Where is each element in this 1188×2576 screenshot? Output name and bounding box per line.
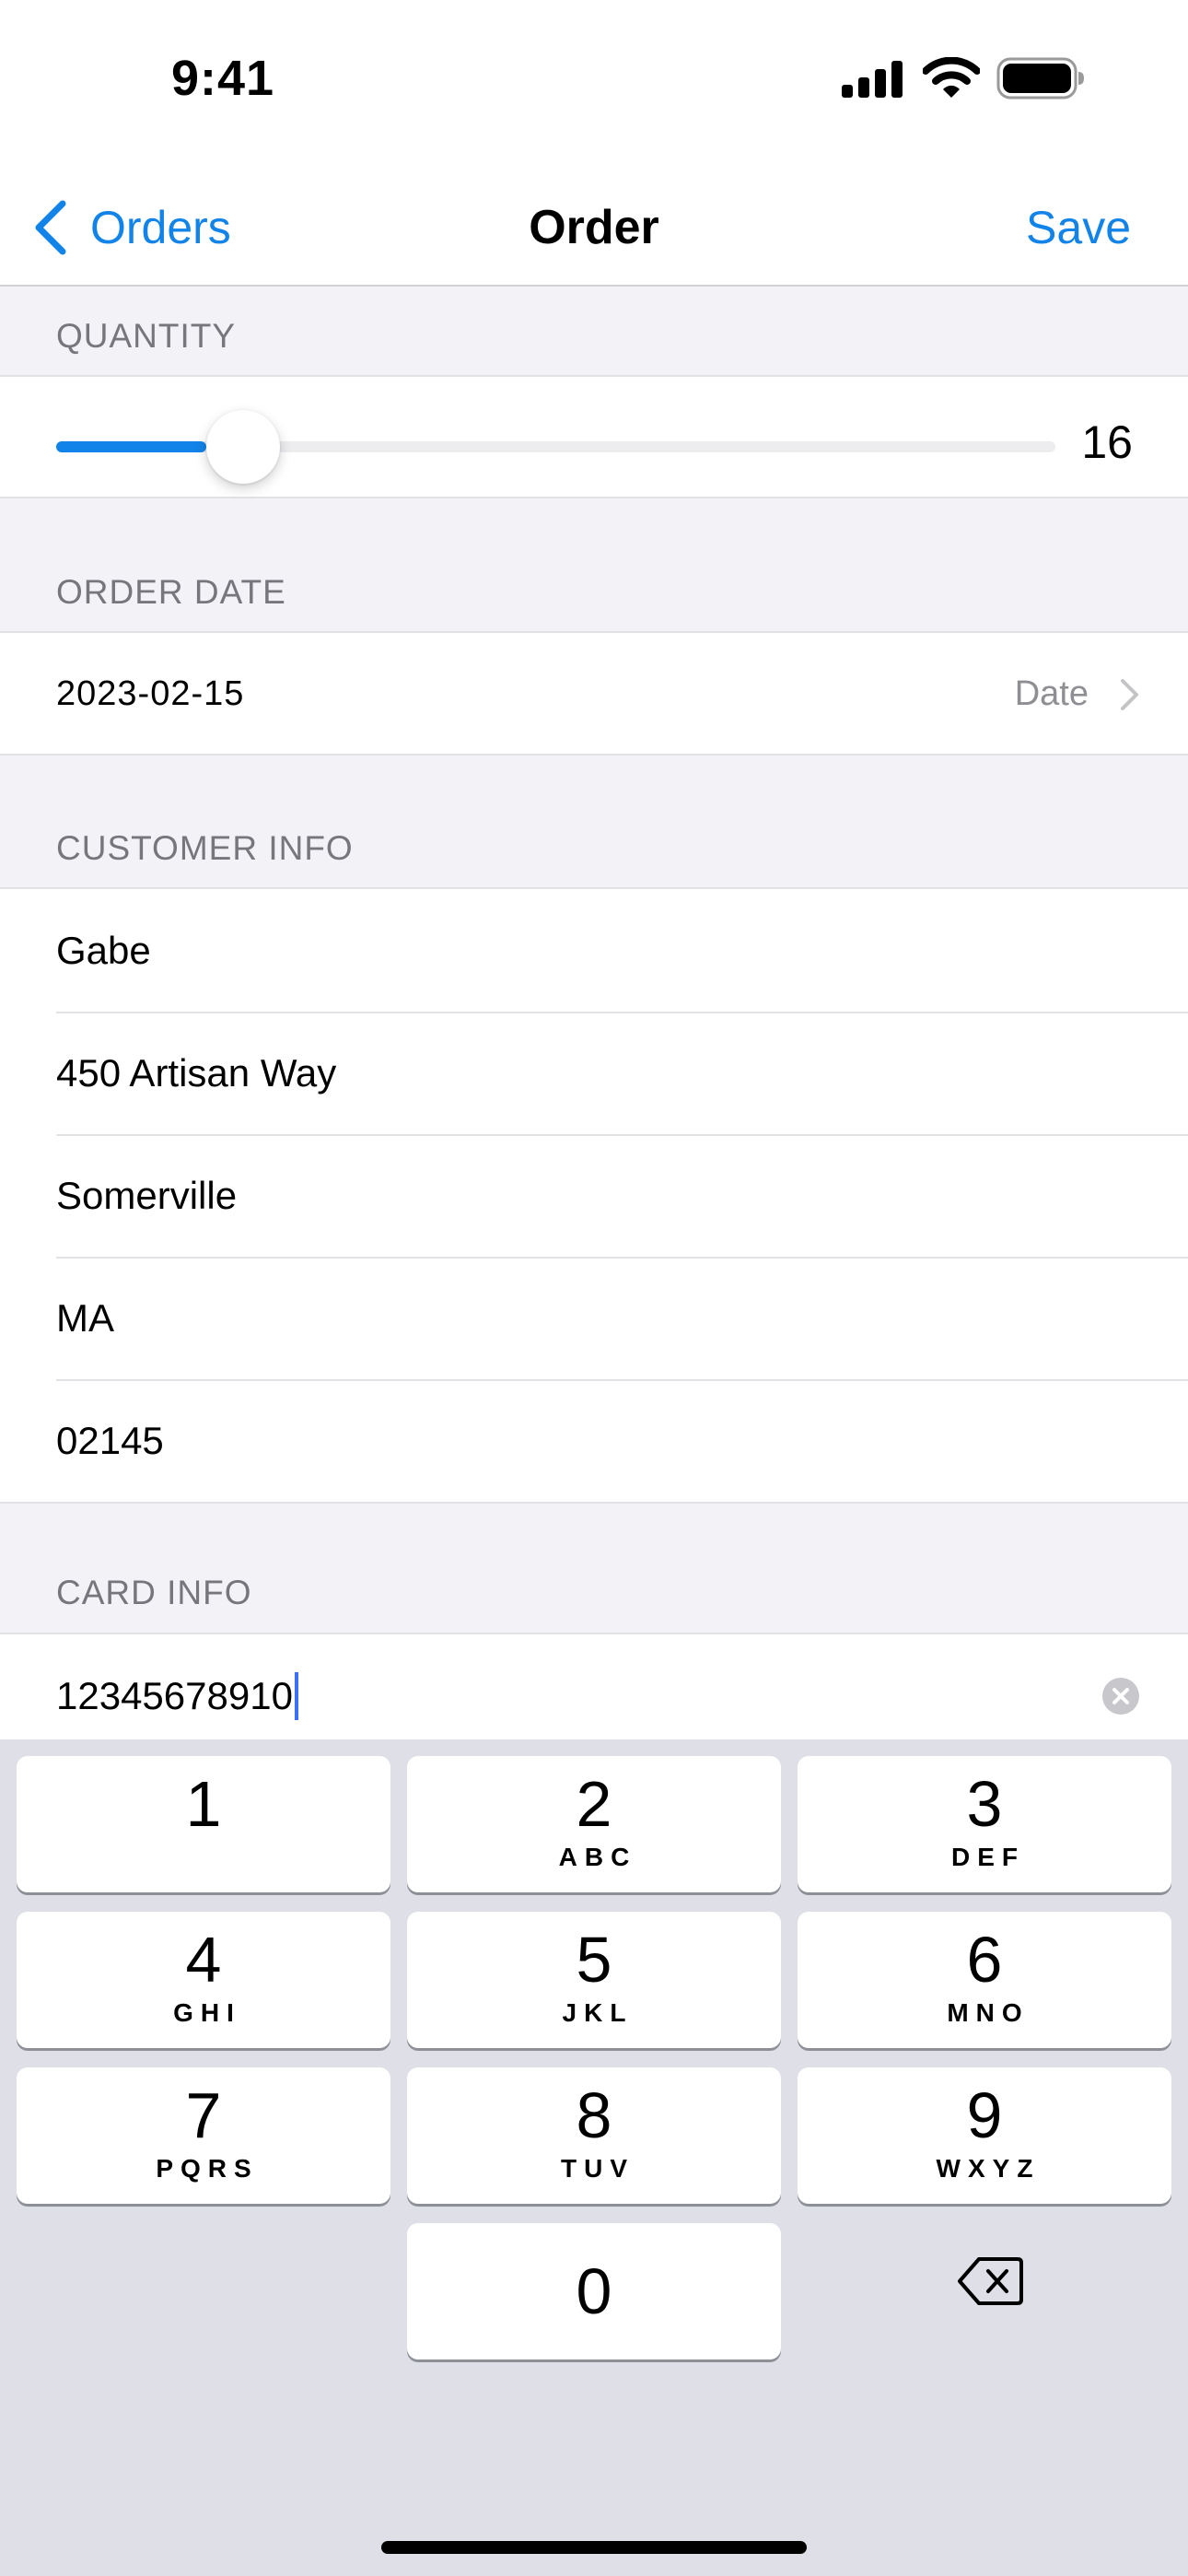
key-6[interactable]: 6 MNO xyxy=(798,1912,1171,2048)
key-letters: ABC xyxy=(558,1843,637,1871)
key-digit: 7 xyxy=(185,2079,222,2151)
key-digit: 4 xyxy=(185,1924,222,1996)
card-info-header: CARD INFO xyxy=(56,1574,252,1611)
order-date-row[interactable]: 2023-02-15 Date xyxy=(0,631,1188,755)
date-picker-label: Date xyxy=(1014,674,1089,713)
quantity-value: 16 xyxy=(1081,416,1133,468)
key-4[interactable]: 4 GHI xyxy=(17,1912,390,2048)
quantity-row: 16 xyxy=(0,375,1188,498)
state-field[interactable]: MA xyxy=(0,1257,1188,1379)
key-digit: 2 xyxy=(576,1768,612,1840)
battery-icon xyxy=(996,57,1084,100)
key-digit: 8 xyxy=(576,2079,612,2151)
slider-thumb[interactable] xyxy=(205,410,280,484)
key-8[interactable]: 8 TUV xyxy=(407,2067,781,2204)
slider-fill xyxy=(56,441,206,452)
key-9[interactable]: 9 WXYZ xyxy=(798,2067,1171,2204)
home-indicator xyxy=(381,2541,807,2554)
key-3[interactable]: 3 DEF xyxy=(798,1756,1171,1892)
key-letters: MNO xyxy=(947,1998,1030,2027)
key-digit: 5 xyxy=(576,1924,612,1996)
clear-text-icon[interactable] xyxy=(1101,1677,1140,1715)
key-5[interactable]: 5 JKL xyxy=(407,1912,781,2048)
zip-code-field[interactable]: 02145 xyxy=(0,1379,1188,1502)
wifi-icon xyxy=(923,57,980,98)
key-digit: 1 xyxy=(185,1768,222,1840)
key-digit: 9 xyxy=(966,2079,1003,2151)
key-digit: 3 xyxy=(966,1768,1003,1840)
customer-info-group: Gabe 450 Artisan Way Somerville MA 02145 xyxy=(0,887,1188,1504)
key-0[interactable]: 0 xyxy=(407,2223,781,2359)
city-field[interactable]: Somerville xyxy=(0,1134,1188,1257)
date-picker-button[interactable]: Date xyxy=(1015,633,1140,755)
key-letters: GHI xyxy=(173,1998,241,2027)
key-letters: JKL xyxy=(562,1998,634,2027)
chevron-right-icon xyxy=(1121,678,1138,710)
quantity-header: QUANTITY xyxy=(56,317,237,355)
key-letters: PQRS xyxy=(156,2154,259,2183)
key-digit: 6 xyxy=(966,1924,1003,1996)
card-number-value: 12345678910 xyxy=(56,1673,293,1717)
key-2[interactable]: 2 ABC xyxy=(407,1756,781,1892)
save-button[interactable]: Save xyxy=(1026,195,1131,260)
page-title: Order xyxy=(529,201,659,254)
key-7[interactable]: 7 PQRS xyxy=(17,2067,390,2204)
order-date-header: ORDER DATE xyxy=(56,573,286,611)
top-bar: 9:41 Orders Order Save xyxy=(0,0,1188,287)
status-time: 9:41 xyxy=(171,51,275,106)
key-letters: DEF xyxy=(951,1843,1025,1871)
street-address-field[interactable]: 450 Artisan Way xyxy=(0,1012,1188,1134)
cellular-signal-icon xyxy=(842,61,903,98)
order-date-value: 2023-02-15 xyxy=(56,674,245,713)
delete-backspace-icon[interactable] xyxy=(957,2255,1023,2307)
key-digit: 0 xyxy=(576,2255,612,2327)
numeric-keypad: 1 2 ABC 3 DEF 4 GHI 5 JKL 6 MNO 7 PQRS 8… xyxy=(0,1739,1188,2576)
key-1[interactable]: 1 xyxy=(17,1756,390,1892)
customer-name-field[interactable]: Gabe xyxy=(0,889,1188,1012)
key-letters: TUV xyxy=(561,2154,635,2183)
key-letters: WXYZ xyxy=(936,2154,1041,2183)
customer-info-header: CUSTOMER INFO xyxy=(56,829,354,867)
text-caret xyxy=(294,1671,298,1720)
